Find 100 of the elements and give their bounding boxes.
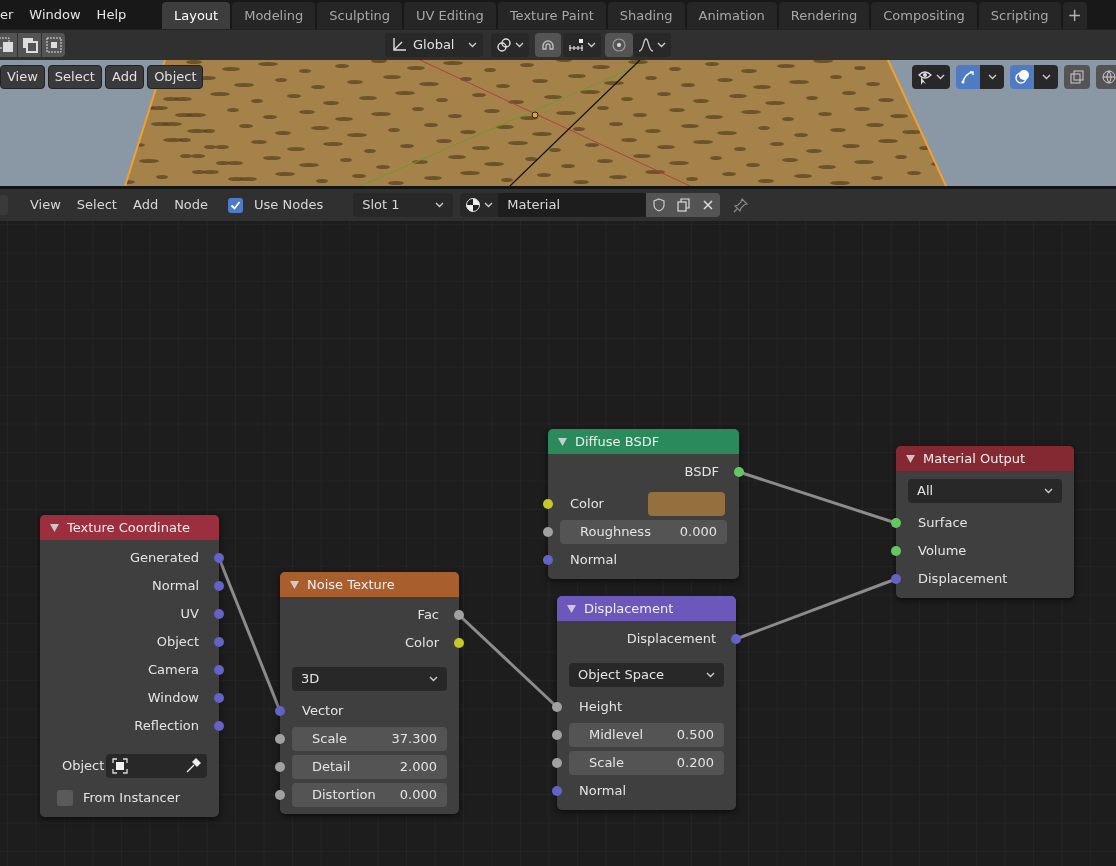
workspace-tab[interactable]: Sculpting (317, 2, 403, 29)
selection-mode-button[interactable] (0, 33, 17, 57)
menu-item[interactable]: View (22, 193, 69, 217)
node-header[interactable]: Noise Texture (280, 572, 459, 597)
dropdown-chevron-icon[interactable] (1034, 65, 1058, 89)
chevron-icon (587, 42, 596, 48)
chevron-icon (515, 42, 524, 48)
socket-label: Generated (130, 549, 199, 568)
dropdown-chevron-icon[interactable] (980, 65, 1004, 89)
orientation-dropdown[interactable]: Global (385, 33, 483, 57)
menu-button[interactable]: Add (104, 65, 145, 89)
workspace-tab[interactable]: UV Editing (404, 2, 496, 29)
socket-label: Surface (918, 514, 968, 533)
socket-label: Normal (579, 782, 627, 801)
menu-item[interactable]: Add (124, 193, 167, 217)
use-nodes-label: Use Nodes (254, 196, 324, 215)
collapse-triangle-icon[interactable] (558, 437, 567, 446)
workspace-tab[interactable]: Compositing (871, 2, 977, 29)
number-field[interactable]: Distortion 0.000 (292, 783, 447, 807)
selection-mode-button[interactable] (42, 33, 65, 57)
socket-label: Color (405, 634, 439, 653)
socket-label: Height (579, 698, 622, 717)
number-field[interactable]: Detail 2.000 (292, 755, 447, 779)
workspace-tab[interactable]: Modeling (232, 2, 316, 29)
axes-icon (391, 37, 407, 53)
node-header[interactable]: Material Output (896, 446, 1074, 471)
chevron-icon (987, 74, 997, 80)
close-icon[interactable] (696, 193, 721, 217)
selection-mode-icon (0, 36, 15, 54)
menu-item[interactable]: Window (21, 4, 89, 25)
workspace-tab[interactable]: Rendering (778, 2, 870, 29)
gizmo-toggle-icon[interactable] (956, 65, 980, 89)
overlay-toggle-icon[interactable] (1010, 65, 1034, 89)
workspace-tab[interactable]: Texture Paint (497, 2, 606, 29)
material-name-field[interactable]: Material (498, 193, 647, 217)
chevron-icon (1041, 74, 1051, 80)
workspace-tab[interactable]: Layout (162, 2, 231, 29)
collapse-triangle-icon[interactable] (567, 604, 576, 613)
field-label: Object (62, 757, 105, 776)
collapse-triangle-icon[interactable] (290, 580, 299, 589)
magnet-icon[interactable] (535, 33, 561, 57)
chevron-icon (657, 42, 666, 48)
socket-label: Displacement (626, 630, 716, 649)
socket-label: UV (180, 605, 199, 624)
socket-label: Normal (151, 577, 199, 596)
object-picker-field[interactable] (106, 754, 207, 778)
node-header[interactable]: Displacement (557, 596, 736, 621)
chevron-icon (706, 672, 715, 678)
collapse-triangle-icon[interactable] (906, 454, 915, 463)
chevron-icon (435, 202, 445, 208)
chevron-icon (936, 74, 945, 80)
number-field[interactable]: Scale 0.200 (569, 751, 724, 775)
workspace-tab[interactable]: Scripting (978, 2, 1061, 29)
visibility-dropdown[interactable] (912, 65, 950, 89)
mode-dropdown[interactable]: Object Space (569, 663, 724, 687)
falloff-curve-icon (638, 37, 654, 53)
globe-icon[interactable] (1096, 65, 1116, 89)
color-swatch[interactable] (648, 492, 725, 516)
material-sphere-dropdown[interactable] (460, 193, 499, 217)
snap-target-dropdown[interactable] (563, 33, 601, 57)
workspace-tab[interactable]: Shading (607, 2, 685, 29)
node-header[interactable]: Texture Coordinate (40, 515, 219, 540)
socket-label: Displacement (918, 570, 1008, 589)
mode-dropdown[interactable]: All (908, 479, 1062, 503)
menu-button[interactable]: Select (47, 65, 102, 89)
collapse-triangle-icon[interactable] (50, 523, 59, 532)
mode-dropdown[interactable]: 3D (292, 667, 447, 691)
check-icon (230, 199, 242, 211)
use-nodes-checkbox[interactable] (228, 197, 244, 213)
menu-item[interactable]: Node (166, 193, 217, 217)
material-sphere-icon (465, 197, 482, 213)
chevron-icon (429, 676, 438, 682)
menu-item[interactable]: er (0, 4, 22, 25)
number-field[interactable]: Roughness 0.000 (560, 520, 727, 544)
chevron-icon (1044, 488, 1053, 494)
selection-mode-button[interactable] (18, 33, 41, 57)
menu-button[interactable]: View (0, 65, 45, 89)
socket-label: BSDF (684, 463, 719, 482)
workspace-tab[interactable]: Animation (686, 2, 777, 29)
selection-mode-icon (20, 36, 39, 54)
slot-dropdown[interactable]: Slot 1 (353, 193, 454, 217)
number-field[interactable]: Scale 37.300 (292, 727, 447, 751)
xray-toggle-icon[interactable] (1064, 65, 1090, 89)
object-icon (112, 758, 129, 774)
proportional-edit-icon[interactable] (605, 33, 633, 57)
socket-label: Camera (147, 661, 199, 680)
checkbox[interactable] (57, 790, 73, 806)
socket-label: Color (570, 495, 604, 514)
menu-button[interactable]: Object (147, 65, 204, 89)
number-field[interactable]: Midlevel 0.500 (569, 723, 724, 747)
menu-item[interactable]: Select (68, 193, 125, 217)
pivot-dropdown[interactable] (491, 33, 529, 57)
snap-target-icon (568, 37, 584, 53)
menu-item[interactable]: Help (88, 4, 135, 25)
node-header[interactable]: Diffuse BSDF (548, 429, 739, 454)
eyedropper-icon[interactable] (185, 758, 201, 774)
chevron-icon (484, 202, 494, 208)
shield-icon[interactable] (646, 193, 673, 217)
add-tab-button[interactable]: + (1062, 2, 1087, 29)
falloff-curve-dropdown[interactable] (633, 33, 671, 57)
